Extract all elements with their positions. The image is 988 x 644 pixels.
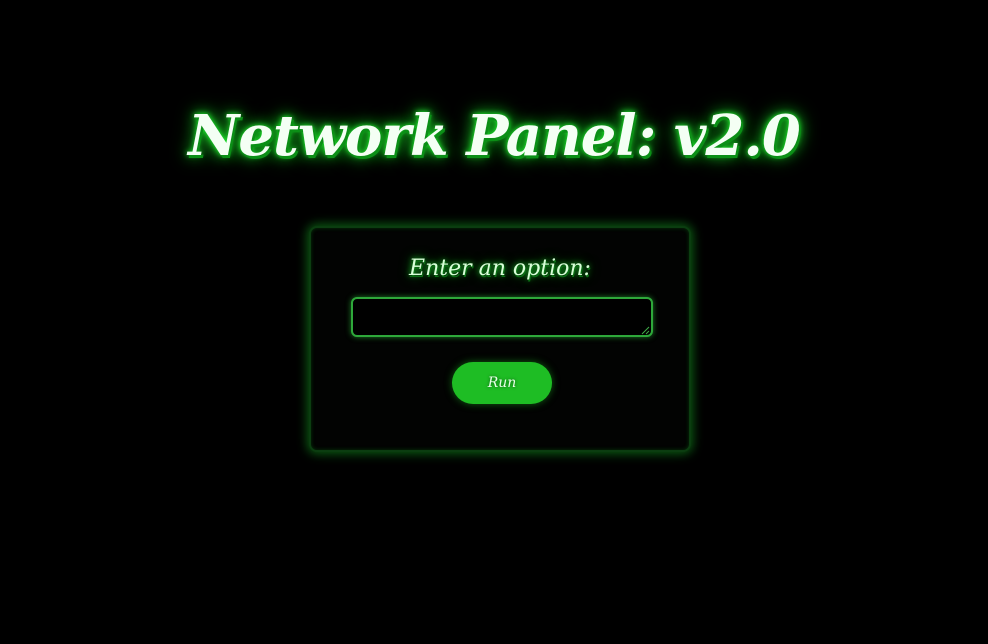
- option-input[interactable]: [351, 297, 653, 337]
- option-prompt-label: Enter an option:: [409, 256, 591, 281]
- run-button[interactable]: Run: [452, 362, 552, 404]
- option-panel: Enter an option: Run: [309, 226, 691, 452]
- page-title: Network Panel: v2.0: [188, 102, 801, 169]
